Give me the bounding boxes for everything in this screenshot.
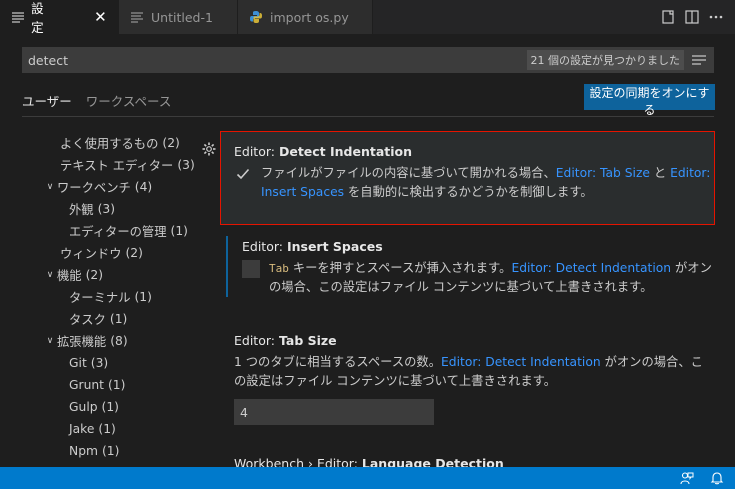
toc-item-label: タスク [69,313,106,327]
filter-icon[interactable] [688,49,710,71]
setting-title: Editor: Detect Indentation [234,144,714,159]
key-code: Tab [269,262,289,275]
toc-item-label: Jake [69,422,95,436]
toc-item[interactable]: ウィンドウ (2) [40,242,210,264]
settings-scope-tabs: ユーザー ワークスペース [22,88,171,117]
chevron-down-icon[interactable]: ∨ [43,270,57,280]
divider [22,116,714,117]
toc-item[interactable]: Jake (1) [40,418,210,440]
toc-item[interactable]: ターミナル (1) [40,286,210,308]
tab-python-file[interactable]: import os.py [238,0,373,34]
gear-icon[interactable] [201,141,217,157]
toc-item[interactable]: ∨ ワークベンチ (4) [40,176,210,198]
setting-name: Insert Spaces [286,239,383,254]
setting-category: Editor: [234,144,279,159]
result-count-badge: 21 個の設定が見つかりました [526,50,684,70]
toc-item-label: ウィンドウ [60,247,122,261]
more-actions-icon[interactable] [707,8,725,26]
turn-on-sync-button[interactable]: 設定の同期をオンにする [584,84,715,117]
settings-list-icon [10,9,25,25]
tab-label: Untitled-1 [151,9,213,25]
toc-item-label: テキスト エディター [60,159,174,173]
toc-item[interactable]: Git (3) [40,352,210,374]
settings-toc: よく使用するもの (2) テキスト エディター (3) ∨ ワークベンチ (4) 外観 (3) エ… [40,132,210,462]
setting-detect-indentation: Editor: Detect Indentation ファイルがファイルの内容に… [220,131,715,225]
setting-title: Editor: Tab Size [234,333,715,348]
status-bar [0,467,735,489]
toc-item[interactable]: エディターの管理 (1) [40,220,210,242]
toc-item-label: 機能 [57,269,82,283]
tab-workspace[interactable]: ワークスペース [86,88,172,117]
toc-item-count: (1) [98,422,116,436]
search-input[interactable] [22,47,527,73]
toc-item-count: (1) [134,290,152,304]
toc-item[interactable]: よく使用するもの (2) [40,132,210,154]
editor-tab-bar: 設定 ✕ Untitled-1 import os.py [0,0,735,35]
toc-item-count: (1) [109,312,128,326]
bell-icon[interactable] [709,470,725,486]
toc-item[interactable]: タスク (1) [40,308,210,330]
link-tab-size[interactable]: Editor: Tab Size [556,166,650,180]
link-detect-indentation[interactable]: Editor: Detect Indentation [441,355,601,369]
setting-name: Tab Size [278,333,337,348]
editor-actions [659,0,735,34]
toc-item[interactable]: Grunt (1) [40,374,210,396]
toc-item[interactable]: ∨ 拡張機能 (8) [40,330,210,352]
toc-item[interactable]: Npm (1) [40,440,210,462]
feedback-icon[interactable] [679,470,695,486]
chevron-down-icon[interactable]: ∨ [43,336,57,346]
settings-search: 21 個の設定が見つかりました [22,47,714,73]
toc-item[interactable]: ∨ 機能 (2) [40,264,210,286]
toc-item-count: (2) [125,246,143,260]
toc-item[interactable]: テキスト エディター (3) [40,154,210,176]
setting-description: ファイルがファイルの内容に基づいて開かれる場合、Editor: Tab Size… [261,166,711,199]
toc-item-label: よく使用するもの [60,137,159,151]
close-icon[interactable]: ✕ [93,8,108,26]
tab-size-input[interactable] [234,399,434,425]
setting-description: 1 つのタブに相当するスペースの数。Editor: Detect Indenta… [234,355,703,388]
toc-item-count: (2) [162,136,180,150]
setting-title: Editor: Insert Spaces [242,239,721,254]
tab-label: 設定 [31,1,44,35]
toc-item[interactable]: 外観 (3) [40,198,210,220]
setting-name: Detect Indentation [278,144,413,159]
toc-item-label: 拡張機能 [57,335,107,349]
toc-item-count: (1) [108,378,126,392]
tab-settings[interactable]: 設定 ✕ [0,0,119,35]
link-detect-indentation[interactable]: Editor: Detect Indentation [511,261,671,275]
toc-item-label: Git [69,356,87,370]
setting-tab-size: Editor: Tab Size 1 つのタブに相当するスペースの数。Edito… [220,333,715,425]
file-lines-icon [129,9,145,25]
tab-untitled[interactable]: Untitled-1 [119,0,238,34]
toc-item-count: (3) [97,202,116,216]
setting-category: Editor: [234,333,279,348]
toc-item-count: (4) [134,180,153,194]
toc-item-count: (8) [110,334,128,348]
tab-label: import os.py [270,9,349,25]
toc-item-label: ワークベンチ [57,181,131,195]
insert-spaces-checkbox[interactable] [242,260,260,278]
toc-item-count: (2) [85,268,104,282]
toc-item-label: Npm [69,444,98,458]
tab-user[interactable]: ユーザー [22,88,72,117]
toc-item-count: (3) [90,356,109,370]
toc-item-label: Grunt [69,378,104,392]
setting-insert-spaces: Editor: Insert Spaces Tab キーを押すとスペースが挿入さ… [226,236,721,297]
split-editor-icon[interactable] [683,8,701,26]
toc-item-count: (1) [101,444,120,458]
toc-item-label: ターミナル [69,291,131,305]
toc-item-count: (3) [177,158,195,172]
open-json-icon[interactable] [659,8,677,26]
chevron-down-icon[interactable]: ∨ [43,182,57,192]
toc-item-count: (1) [170,224,188,238]
toc-item-label: Gulp [69,400,98,414]
toc-item-label: エディターの管理 [69,225,167,239]
python-icon [248,9,264,25]
setting-category: Editor: [242,239,287,254]
toc-item[interactable]: Gulp (1) [40,396,210,418]
toc-item-count: (1) [101,400,119,414]
toc-item-label: 外観 [69,203,94,217]
setting-description: Tab キーを押すとスペースが挿入されます。Editor: Detect Ind… [269,261,712,294]
detect-indentation-checkbox[interactable] [234,165,252,183]
